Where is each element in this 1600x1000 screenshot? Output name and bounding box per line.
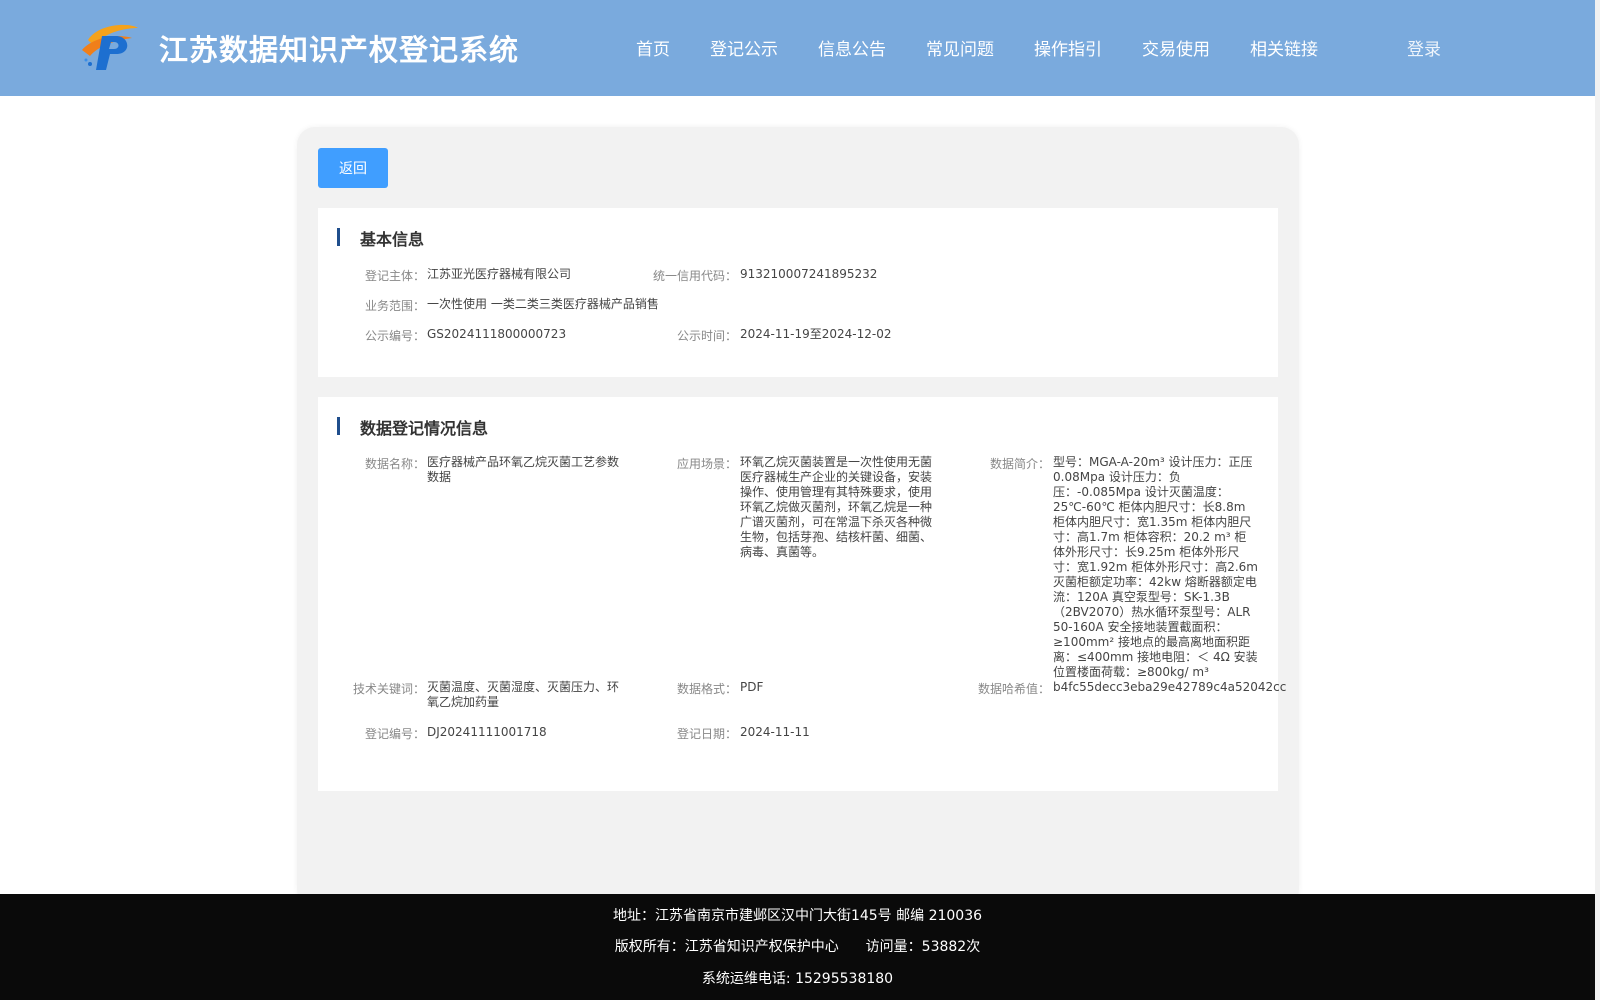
footer-visits: 访问量：53882次 <box>865 939 981 955</box>
nav-related-links[interactable]: 相关链接 <box>1250 35 1318 60</box>
nav-operation-guide[interactable]: 操作指引 <box>1034 35 1102 60</box>
registration-date-label: 登记日期： <box>676 727 737 741</box>
footer-copyright-line: 版权所有：江苏省知识产权保护中心 访问量：53882次 <box>0 936 1595 956</box>
footer-copyright: 版权所有：江苏省知识产权保护中心 <box>614 939 839 955</box>
footer-address: 地址：江苏省南京市建邺区汉中门大街145号 邮编 210036 <box>612 908 983 924</box>
section-title-registration: 数据登记情况信息 <box>360 419 489 438</box>
login-link[interactable]: 登录 <box>1407 35 1441 60</box>
nav-registration-notice[interactable]: 登记公示 <box>710 35 778 60</box>
data-hash-value: b4fc55decc3eba29e42789c4a52042cc <box>1053 680 1287 694</box>
nav-info-announcement[interactable]: 信息公告 <box>818 35 886 60</box>
site-title: 江苏数据知识产权登记系统 <box>159 33 520 67</box>
data-hash-label: 数据哈希值： <box>977 682 1050 696</box>
section-title-basic: 基本信息 <box>360 230 425 249</box>
subject-label: 登记主体： <box>364 269 425 283</box>
credit-code-label: 统一信用代码： <box>652 269 737 283</box>
nav-trade-use[interactable]: 交易使用 <box>1142 35 1210 60</box>
scenario-label: 应用场景： <box>676 457 737 471</box>
page-footer: 地址：江苏省南京市建邺区汉中门大街145号 邮编 210036 版权所有：江苏省… <box>0 894 1595 1000</box>
data-name-label: 数据名称： <box>364 457 425 471</box>
registration-info-panel: 数据登记情况信息 数据名称： 医疗器械产品环氧乙烷灭菌工艺参数数据 应用场景： … <box>318 397 1286 791</box>
notice-number-value: GS2024111800000723 <box>427 327 567 341</box>
nav-home[interactable]: 首页 <box>636 35 670 60</box>
registration-number-label: 登记编号： <box>364 727 425 741</box>
nav-faq[interactable]: 常见问题 <box>926 35 994 60</box>
top-header: 江苏数据知识产权登记系统 首页 登记公示 信息公告 常见问题 操作指引 交易使用… <box>0 0 1595 96</box>
registration-date-value: 2024-11-11 <box>740 725 810 739</box>
credit-code-value: 913210007241895232 <box>740 267 878 281</box>
site-logo-icon[interactable] <box>80 20 140 72</box>
scenario-value: 环氧乙烷灭菌装置是一次性使用无菌医疗器械生产企业的关键设备，安装操作、使用管理有… <box>740 455 933 559</box>
data-format-value: PDF <box>740 680 764 694</box>
back-button[interactable]: 返回 <box>318 148 388 188</box>
subject-value: 江苏亚光医疗器械有限公司 <box>427 267 572 281</box>
section-marker <box>337 417 340 435</box>
footer-phone: 系统运维电话: 15295538180 <box>701 971 894 987</box>
notice-number-label: 公示编号： <box>364 329 425 343</box>
data-format-label: 数据格式： <box>676 682 737 696</box>
business-scope-value: 一次性使用 一类二类三类医疗器械产品销售 <box>427 297 659 311</box>
page-scrollbar[interactable] <box>1595 0 1600 1000</box>
data-intro-label: 数据简介： <box>989 457 1050 471</box>
section-marker <box>337 228 340 246</box>
tech-keywords-value: 灭菌温度、灭菌湿度、灭菌压力、环氧乙烷加药量 <box>427 680 620 709</box>
business-scope-label: 业务范围： <box>364 299 425 313</box>
notice-time-label: 公示时间： <box>676 329 737 343</box>
tech-keywords-label: 技术关键词： <box>352 682 425 696</box>
notice-time-value: 2024-11-19至2024-12-02 <box>740 327 892 341</box>
data-intro-value: 型号：MGA-A-20m³ 设计压力：正压0.08Mpa 设计压力：负压：-0.… <box>1053 455 1258 679</box>
registration-number-value: DJ20241111001718 <box>427 725 547 739</box>
basic-info-panel: 基本信息 登记主体： 江苏亚光医疗器械有限公司 统一信用代码： 91321000… <box>318 208 1278 377</box>
data-name-value: 医疗器械产品环氧乙烷灭菌工艺参数数据 <box>427 455 620 484</box>
